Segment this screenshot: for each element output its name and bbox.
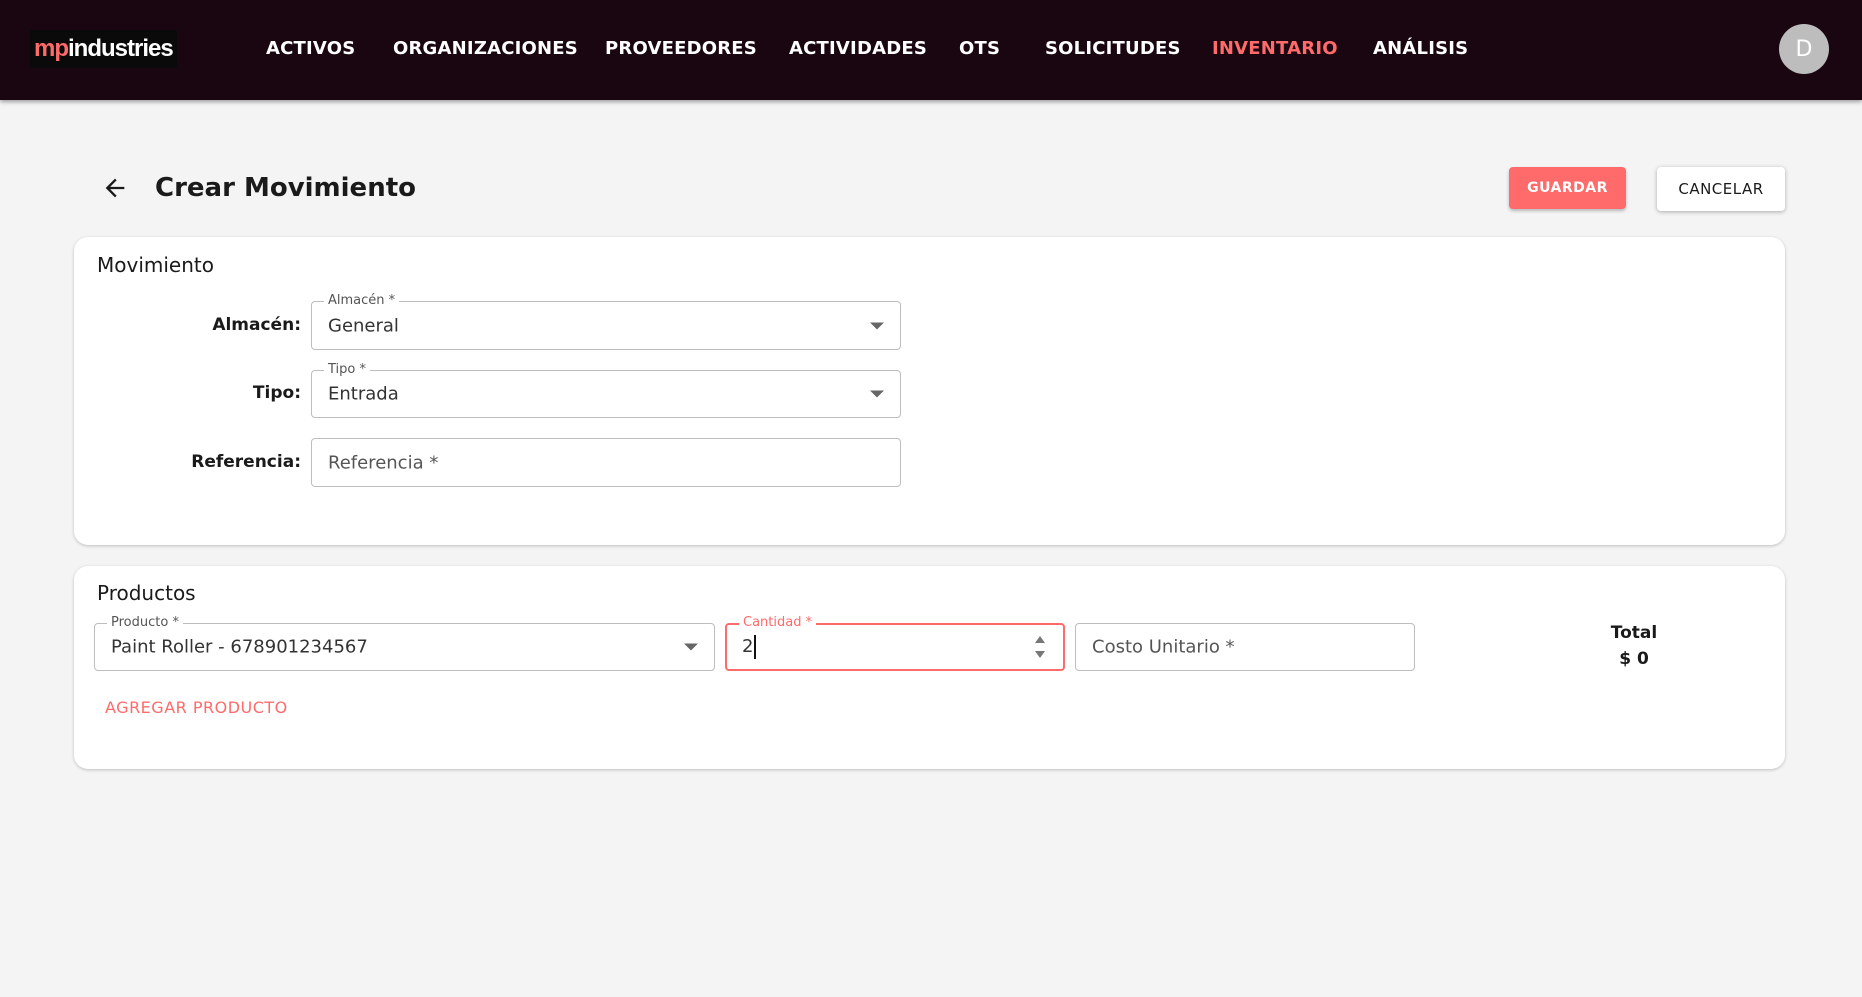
nav-item-solicitudes[interactable]: SOLICITUDES [1045,38,1181,59]
nav-item-proveedores[interactable]: PROVEEDORES [605,38,757,59]
producto-value: Paint Roller - 678901234567 [111,636,368,658]
almacen-label: Almacén: [212,315,301,335]
text-cursor [754,635,757,659]
brand-logo-mp: mp [34,35,69,62]
cantidad-input[interactable]: Cantidad * 2 [725,615,1065,671]
almacen-value: General [328,315,399,336]
page-title: Crear Movimiento [155,173,416,203]
arrow-left-icon[interactable] [101,174,129,202]
cantidad-value: 2 [742,636,754,657]
movimiento-card: Movimiento Almacén: Almacén * General Ti… [74,237,1785,545]
stepper-down-icon[interactable] [1035,651,1045,658]
producto-legend: Producto * [107,615,183,630]
cantidad-value-wrap: 2 [742,635,757,659]
costo-unitario-input[interactable]: Costo Unitario * [1075,623,1415,671]
nav-item-actividades[interactable]: ACTIVIDADES [789,38,927,59]
costo-unitario-placeholder: Costo Unitario * [1092,636,1235,658]
add-product-button[interactable]: AGREGAR PRODUCTO [105,698,288,717]
nav-item-ots[interactable]: OTS [959,38,1000,59]
nav-item-analisis[interactable]: ANÁLISIS [1373,38,1468,59]
chevron-down-icon [684,643,698,651]
movimiento-section-title: Movimiento [97,253,214,277]
cancel-button[interactable]: CANCELAR [1657,167,1785,211]
tipo-legend: Tipo * [324,362,370,377]
chevron-down-icon [870,322,884,329]
cantidad-legend: Cantidad * [739,615,817,630]
brand-logo-industries: industries [68,35,174,62]
nav-item-activos[interactable]: ACTIVOS [266,38,355,59]
total-value: $ 0 [1619,649,1649,669]
almacen-legend: Almacén * [324,293,400,308]
producto-select[interactable]: Producto * Paint Roller - 678901234567 [94,615,715,671]
brand-logo[interactable]: mp industries [30,30,177,68]
stepper-up-icon[interactable] [1035,636,1045,643]
productos-section-title: Productos [97,581,196,605]
tipo-value: Entrada [328,383,399,405]
almacen-select[interactable]: Almacén * General [311,293,901,350]
referencia-input[interactable]: Referencia * [311,438,901,487]
top-navbar: mp industries ACTIVOS ORGANIZACIONES PROV… [0,0,1862,100]
user-avatar[interactable]: D [1779,24,1829,74]
chevron-down-icon [870,390,884,398]
referencia-placeholder: Referencia * [328,452,439,473]
productos-card: Productos Producto * Paint Roller - 6789… [74,566,1785,769]
number-stepper[interactable] [1035,635,1045,659]
tipo-select[interactable]: Tipo * Entrada [311,362,901,418]
tipo-label: Tipo: [252,383,301,403]
nav-item-organizaciones[interactable]: ORGANIZACIONES [393,38,578,59]
referencia-label: Referencia: [191,452,301,472]
total-label: Total [1610,623,1658,643]
nav-item-inventario[interactable]: INVENTARIO [1212,38,1338,59]
save-button[interactable]: GUARDAR [1509,167,1626,209]
